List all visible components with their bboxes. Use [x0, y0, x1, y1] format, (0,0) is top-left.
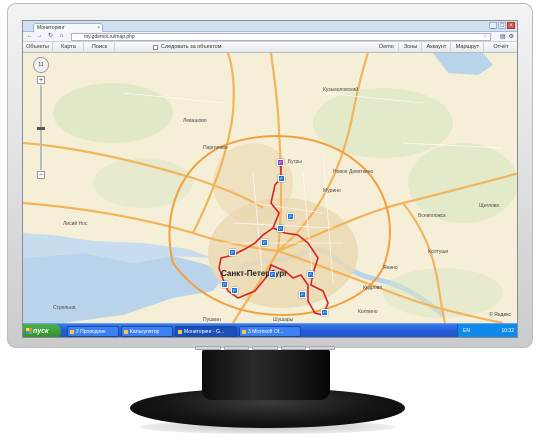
zoom-slider-thumb[interactable] — [37, 127, 45, 130]
start-button[interactable]: пуск — [23, 324, 61, 337]
browser-titlebar: Мониторинг × _ □ × — [23, 21, 517, 32]
place-label: Парголово — [203, 145, 228, 151]
monitor-stand — [202, 350, 330, 400]
map-button[interactable]: Карта — [54, 42, 84, 53]
zoom-in-button[interactable]: + — [37, 76, 45, 84]
screen: Мониторинг × _ □ × ← → ↻ ⌂ ◦ my.gdemoi.r… — [22, 20, 518, 338]
browser-navbar: ← → ↻ ⌂ ◦ my.gdemoi.ru/map.php ☆ ▤ ⚙ — [23, 32, 517, 42]
globe-icon: ◦ — [74, 34, 76, 40]
forest-area — [53, 83, 173, 143]
follow-object-label: Следовать за объектом — [161, 44, 222, 50]
place-label: Янино — [383, 265, 398, 271]
marker-blue[interactable]: P — [269, 271, 276, 278]
app-toolbar: Объекты Карта Поиск Следовать за объекто… — [23, 42, 517, 53]
close-window-button[interactable]: × — [507, 22, 515, 29]
place-label: Кудрово — [363, 285, 383, 291]
window-controls: _ □ × — [489, 22, 515, 29]
zoom-out-button[interactable]: − — [37, 171, 45, 179]
maximize-button[interactable]: □ — [498, 22, 506, 29]
forward-arrow-icon[interactable]: → — [36, 33, 43, 40]
place-label: Мурино — [323, 188, 341, 194]
zoom-level: 11 — [38, 62, 44, 68]
zones-button[interactable]: Зоны — [400, 42, 422, 53]
windows-taskbar: пуск 2 Проводник Калькулятор Мониторинг … — [23, 323, 517, 337]
language-indicator[interactable]: EN — [463, 324, 470, 337]
demo-button[interactable]: Demo — [375, 42, 399, 53]
monitor-bezel: Мониторинг × _ □ × ← → ↻ ⌂ ◦ my.gdemoi.r… — [7, 3, 533, 348]
back-arrow-icon[interactable]: ← — [26, 33, 33, 40]
marker-blue[interactable]: P — [307, 271, 314, 278]
marker-blue[interactable]: P — [321, 309, 328, 316]
wrench-icon[interactable]: ⚙ — [509, 33, 514, 40]
city-label: Санкт-Петербург — [221, 269, 288, 278]
forest-area — [408, 143, 517, 223]
follow-object-checkbox[interactable] — [153, 45, 158, 50]
marker-blue[interactable]: P — [261, 239, 268, 246]
forest-area — [93, 158, 193, 208]
map-copyright: © Яндекс — [489, 312, 511, 318]
place-label: Лисий Нос — [63, 221, 88, 227]
map-canvas — [23, 53, 517, 323]
marker-blue[interactable]: P — [287, 213, 294, 220]
taskbar-item[interactable]: 2 Проводник — [67, 326, 119, 337]
tab-title: Мониторинг — [37, 25, 65, 31]
place-label: Стрельна — [53, 305, 76, 311]
marker-violet[interactable]: P — [277, 159, 284, 166]
reload-icon[interactable]: ↻ — [47, 33, 54, 40]
route-button[interactable]: Маршрут — [452, 42, 484, 53]
marker-blue[interactable]: P — [229, 249, 236, 256]
tab-close-icon[interactable]: × — [97, 24, 100, 32]
place-label: Колпино — [358, 309, 378, 315]
gulf-water — [23, 253, 223, 323]
place-label: Новое Девяткино — [333, 169, 374, 175]
report-button[interactable]: Отчёт — [485, 42, 517, 53]
place-label: Левашово — [183, 118, 207, 124]
account-button[interactable]: Аккаунт — [423, 42, 451, 53]
pan-control[interactable]: 11 — [33, 57, 49, 73]
lake — [433, 53, 493, 75]
address-url: my.gdemoi.ru/map.php — [84, 34, 135, 40]
marker-blue[interactable]: P — [221, 281, 228, 288]
browser-tools: ▤ ⚙ — [500, 33, 514, 40]
browser-tab[interactable]: Мониторинг × — [33, 23, 103, 32]
place-label: Бугры — [288, 159, 302, 165]
place-label: Всеволожск — [418, 213, 446, 219]
place-label: Щеглово — [479, 203, 500, 209]
minimize-button[interactable]: _ — [489, 22, 497, 29]
marker-blue[interactable]: P — [299, 291, 306, 298]
address-bar[interactable]: ◦ my.gdemoi.ru/map.php ☆ — [71, 33, 491, 41]
home-icon[interactable]: ⌂ — [58, 33, 65, 40]
taskbar-item[interactable]: 3 Microsoft Of... — [239, 326, 301, 337]
place-label: Кузьмоловский — [323, 87, 359, 93]
taskbar-item-active[interactable]: Мониторинг - G... — [175, 326, 237, 337]
page-icon[interactable]: ▤ — [500, 33, 506, 40]
taskbar-item[interactable]: Калькулятор — [121, 326, 173, 337]
objects-button[interactable]: Объекты — [23, 42, 53, 53]
bookmark-star-icon[interactable]: ☆ — [483, 34, 488, 40]
search-button[interactable]: Поиск — [85, 42, 115, 53]
clock: 10:32 — [501, 328, 514, 334]
place-label: Колтуши — [428, 249, 449, 255]
marker-blue[interactable]: P — [277, 225, 284, 232]
marker-blue[interactable]: P — [278, 175, 285, 182]
map-view[interactable]: 11 + − Кузьмоловский Левашово Парголово … — [23, 53, 517, 323]
marker-blue[interactable]: P — [231, 287, 238, 294]
system-tray: EN 10:32 — [457, 324, 517, 337]
